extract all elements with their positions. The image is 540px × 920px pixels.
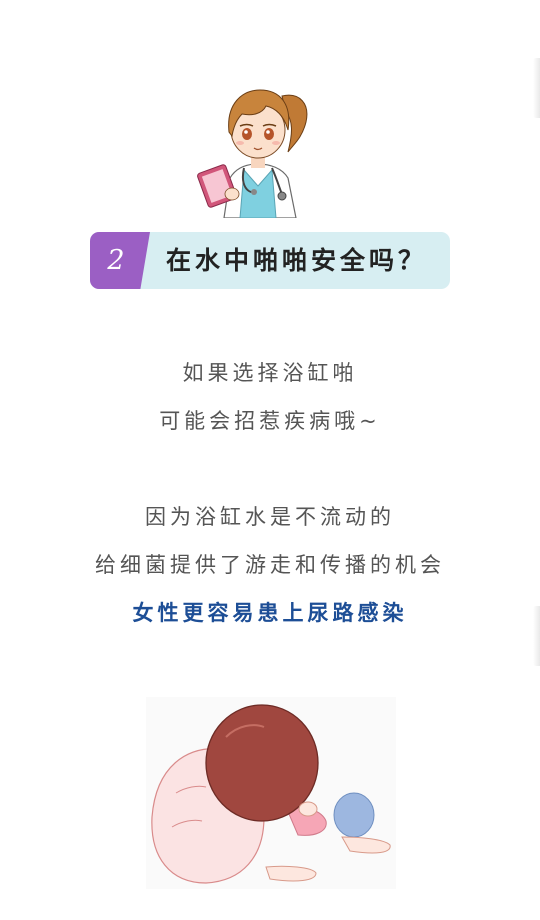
- section-title: 在水中啪啪安全吗？: [166, 246, 428, 275]
- section-title-bar: 2 在水中啪啪安全吗？: [90, 232, 450, 289]
- paragraph-2-line-1: 因为浴缸水是不流动的: [145, 505, 395, 529]
- girl-kneeling-illustration: [146, 697, 396, 889]
- highlight-text: 女性更容易患上尿路感染: [132, 601, 408, 625]
- page-edge-mark-top: [533, 58, 540, 118]
- paragraph-2-line-2: 给细菌提供了游走和传播的机会: [95, 553, 445, 577]
- paragraph-1-line-1: 如果选择浴缸啪: [182, 361, 358, 385]
- section-number: 2: [107, 245, 125, 276]
- doctor-illustration: [197, 89, 308, 218]
- paragraph-1-line-2: 可能会招惹疾病哦~: [159, 409, 381, 433]
